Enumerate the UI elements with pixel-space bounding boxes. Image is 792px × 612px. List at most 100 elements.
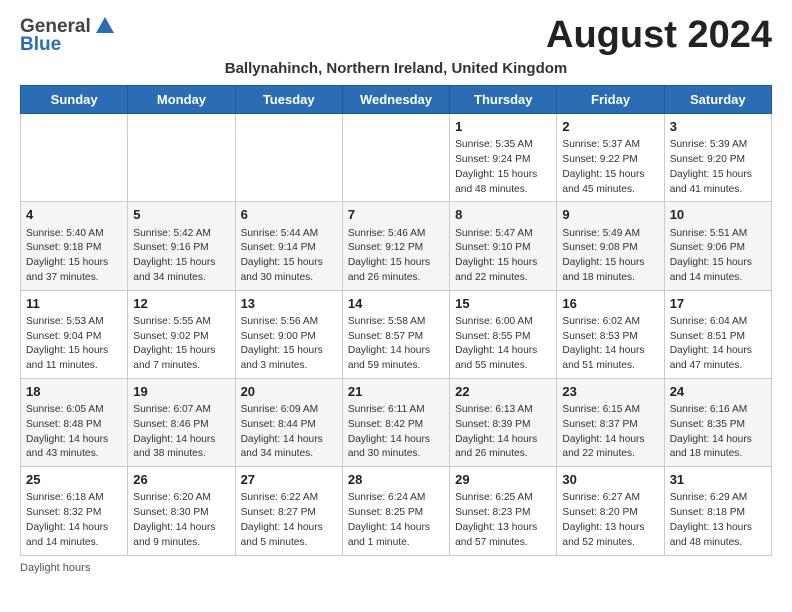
day-info: Sunrise: 5:46 AM Sunset: 9:12 PM Dayligh… bbox=[348, 227, 444, 286]
calendar-cell: 13 Sunrise: 5:56 AM Sunset: 9:00 PM Dayli… bbox=[235, 290, 342, 378]
day-number: 7 bbox=[348, 206, 444, 224]
day-number: 28 bbox=[348, 471, 444, 489]
logo-blue-text: Blue bbox=[20, 34, 61, 56]
day-number: 16 bbox=[562, 295, 658, 313]
day-info: Sunrise: 6:09 AM Sunset: 8:44 PM Dayligh… bbox=[241, 403, 337, 462]
calendar-cell: 20Sunrise: 6:09 AM Sunset: 8:44 PM Dayli… bbox=[235, 378, 342, 466]
day-info: Sunrise: 6:11 AM Sunset: 8:42 PM Dayligh… bbox=[348, 403, 444, 462]
calendar-cell: 21Sunrise: 6:11 AM Sunset: 8:42 PM Dayli… bbox=[342, 378, 449, 466]
footer-note: Daylight hours bbox=[20, 562, 772, 574]
day-number: 26 bbox=[133, 471, 229, 489]
weekday-header-wednesday: Wednesday bbox=[342, 86, 449, 114]
calendar-cell: 7 Sunrise: 5:46 AM Sunset: 9:12 PM Daylig… bbox=[342, 202, 449, 290]
day-number: 15 bbox=[455, 295, 551, 313]
day-number: 9 bbox=[562, 206, 658, 224]
day-info: Sunrise: 5:55 AM Sunset: 9:02 PM Dayligh… bbox=[133, 315, 229, 374]
weekday-header-thursday: Thursday bbox=[450, 86, 557, 114]
calendar-week-5: 25 Sunrise: 6:18 AM Sunset: 8:32 PM Dayli… bbox=[21, 467, 772, 555]
calendar-cell: 17 Sunrise: 6:04 AM Sunset: 8:51 PM Dayli… bbox=[664, 290, 771, 378]
calendar-table: SundayMondayTuesdayWednesdayThursdayFrid… bbox=[20, 85, 772, 556]
calendar-cell: 19Sunrise: 6:07 AM Sunset: 8:46 PM Dayli… bbox=[128, 378, 235, 466]
logo-icon bbox=[94, 15, 116, 37]
calendar-cell: 3 Sunrise: 5:39 AM Sunset: 9:20 PM Daylig… bbox=[664, 114, 771, 202]
weekday-header-friday: Friday bbox=[557, 86, 664, 114]
calendar-cell: 24 Sunrise: 6:16 AM Sunset: 8:35 PM Dayli… bbox=[664, 378, 771, 466]
calendar-cell: 29 Sunrise: 6:25 AM Sunset: 8:23 PM Dayli… bbox=[450, 467, 557, 555]
day-info: Sunrise: 5:35 AM Sunset: 9:24 PM Dayligh… bbox=[455, 138, 551, 197]
calendar-cell: 25 Sunrise: 6:18 AM Sunset: 8:32 PM Dayli… bbox=[21, 467, 128, 555]
day-info: Sunrise: 6:25 AM Sunset: 8:23 PM Dayligh… bbox=[455, 491, 551, 550]
calendar-cell: 1 Sunrise: 5:35 AM Sunset: 9:24 PM Daylig… bbox=[450, 114, 557, 202]
day-number: 6 bbox=[241, 206, 337, 224]
day-info: Sunrise: 5:44 AM Sunset: 9:14 PM Dayligh… bbox=[241, 227, 337, 286]
day-info: Sunrise: 6:29 AM Sunset: 8:18 PM Dayligh… bbox=[670, 491, 766, 550]
day-info: Sunrise: 5:39 AM Sunset: 9:20 PM Dayligh… bbox=[670, 138, 766, 197]
day-info: Sunrise: 6:07 AM Sunset: 8:46 PM Dayligh… bbox=[133, 403, 229, 462]
day-info: Sunrise: 6:15 AM Sunset: 8:37 PM Dayligh… bbox=[562, 403, 658, 462]
calendar-cell: 8 Sunrise: 5:47 AM Sunset: 9:10 PM Daylig… bbox=[450, 202, 557, 290]
calendar-cell: 12Sunrise: 5:55 AM Sunset: 9:02 PM Dayli… bbox=[128, 290, 235, 378]
calendar-week-1: 1 Sunrise: 5:35 AM Sunset: 9:24 PM Daylig… bbox=[21, 114, 772, 202]
day-info: Sunrise: 6:22 AM Sunset: 8:27 PM Dayligh… bbox=[241, 491, 337, 550]
day-info: Sunrise: 6:02 AM Sunset: 8:53 PM Dayligh… bbox=[562, 315, 658, 374]
calendar-cell: 11Sunrise: 5:53 AM Sunset: 9:04 PM Dayli… bbox=[21, 290, 128, 378]
calendar-cell: 18Sunrise: 6:05 AM Sunset: 8:48 PM Dayli… bbox=[21, 378, 128, 466]
calendar-header-row: SundayMondayTuesdayWednesdayThursdayFrid… bbox=[21, 86, 772, 114]
page-header: General Blue August 2024 bbox=[20, 16, 772, 56]
day-info: Sunrise: 6:20 AM Sunset: 8:30 PM Dayligh… bbox=[133, 491, 229, 550]
day-number: 27 bbox=[241, 471, 337, 489]
calendar-cell bbox=[342, 114, 449, 202]
day-number: 5 bbox=[133, 206, 229, 224]
day-number: 4 bbox=[26, 206, 122, 224]
calendar-cell: 14Sunrise: 5:58 AM Sunset: 8:57 PM Dayli… bbox=[342, 290, 449, 378]
calendar-week-3: 11Sunrise: 5:53 AM Sunset: 9:04 PM Dayli… bbox=[21, 290, 772, 378]
month-year-title: August 2024 bbox=[546, 16, 772, 54]
day-info: Sunrise: 6:05 AM Sunset: 8:48 PM Dayligh… bbox=[26, 403, 122, 462]
day-info: Sunrise: 6:18 AM Sunset: 8:32 PM Dayligh… bbox=[26, 491, 122, 550]
location-subtitle: Ballynahinch, Northern Ireland, United K… bbox=[20, 60, 772, 77]
day-number: 8 bbox=[455, 206, 551, 224]
day-info: Sunrise: 5:47 AM Sunset: 9:10 PM Dayligh… bbox=[455, 227, 551, 286]
calendar-cell: 15Sunrise: 6:00 AM Sunset: 8:55 PM Dayli… bbox=[450, 290, 557, 378]
day-info: Sunrise: 5:56 AM Sunset: 9:00 PM Dayligh… bbox=[241, 315, 337, 374]
calendar-cell: 23 Sunrise: 6:15 AM Sunset: 8:37 PM Dayli… bbox=[557, 378, 664, 466]
day-info: Sunrise: 5:40 AM Sunset: 9:18 PM Dayligh… bbox=[26, 227, 122, 286]
calendar-cell bbox=[235, 114, 342, 202]
calendar-cell: 2Sunrise: 5:37 AM Sunset: 9:22 PM Daylig… bbox=[557, 114, 664, 202]
day-info: Sunrise: 6:04 AM Sunset: 8:51 PM Dayligh… bbox=[670, 315, 766, 374]
day-number: 13 bbox=[241, 295, 337, 313]
weekday-header-sunday: Sunday bbox=[21, 86, 128, 114]
day-info: Sunrise: 5:42 AM Sunset: 9:16 PM Dayligh… bbox=[133, 227, 229, 286]
calendar-cell: 10Sunrise: 5:51 AM Sunset: 9:06 PM Dayli… bbox=[664, 202, 771, 290]
calendar-cell: 4 Sunrise: 5:40 AM Sunset: 9:18 PM Daylig… bbox=[21, 202, 128, 290]
calendar-week-2: 4 Sunrise: 5:40 AM Sunset: 9:18 PM Daylig… bbox=[21, 202, 772, 290]
calendar-cell: 16 Sunrise: 6:02 AM Sunset: 8:53 PM Dayli… bbox=[557, 290, 664, 378]
day-info: Sunrise: 5:49 AM Sunset: 9:08 PM Dayligh… bbox=[562, 227, 658, 286]
day-number: 1 bbox=[455, 118, 551, 136]
day-info: Sunrise: 6:27 AM Sunset: 8:20 PM Dayligh… bbox=[562, 491, 658, 550]
logo: General Blue bbox=[20, 16, 116, 56]
calendar-week-4: 18Sunrise: 6:05 AM Sunset: 8:48 PM Dayli… bbox=[21, 378, 772, 466]
calendar-cell: 27 Sunrise: 6:22 AM Sunset: 8:27 PM Dayli… bbox=[235, 467, 342, 555]
calendar-cell: 6 Sunrise: 5:44 AM Sunset: 9:14 PM Daylig… bbox=[235, 202, 342, 290]
day-number: 24 bbox=[670, 383, 766, 401]
day-info: Sunrise: 5:53 AM Sunset: 9:04 PM Dayligh… bbox=[26, 315, 122, 374]
day-number: 3 bbox=[670, 118, 766, 136]
calendar-cell bbox=[21, 114, 128, 202]
day-number: 17 bbox=[670, 295, 766, 313]
day-number: 10 bbox=[670, 206, 766, 224]
day-number: 29 bbox=[455, 471, 551, 489]
day-number: 23 bbox=[562, 383, 658, 401]
day-number: 31 bbox=[670, 471, 766, 489]
day-number: 25 bbox=[26, 471, 122, 489]
calendar-cell: 5 Sunrise: 5:42 AM Sunset: 9:16 PM Daylig… bbox=[128, 202, 235, 290]
day-info: Sunrise: 6:24 AM Sunset: 8:25 PM Dayligh… bbox=[348, 491, 444, 550]
day-number: 14 bbox=[348, 295, 444, 313]
day-info: Sunrise: 6:16 AM Sunset: 8:35 PM Dayligh… bbox=[670, 403, 766, 462]
weekday-header-tuesday: Tuesday bbox=[235, 86, 342, 114]
calendar-cell: 30Sunrise: 6:27 AM Sunset: 8:20 PM Dayli… bbox=[557, 467, 664, 555]
weekday-header-saturday: Saturday bbox=[664, 86, 771, 114]
day-number: 2 bbox=[562, 118, 658, 136]
weekday-header-monday: Monday bbox=[128, 86, 235, 114]
calendar-cell: 28 Sunrise: 6:24 AM Sunset: 8:25 PM Dayli… bbox=[342, 467, 449, 555]
